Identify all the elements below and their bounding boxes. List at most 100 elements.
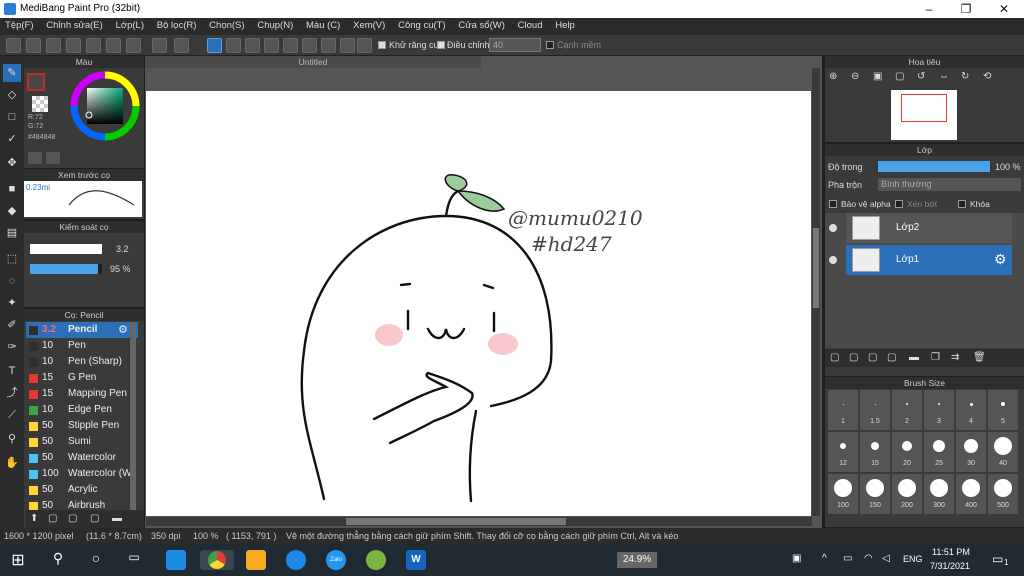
fill-rect-tool-icon[interactable]: ■ bbox=[3, 180, 21, 198]
brush-item[interactable]: 50 Sumi bbox=[26, 434, 138, 450]
brush-size-cell[interactable]: 25 bbox=[924, 432, 954, 472]
shape-tool-icon[interactable]: □ bbox=[3, 108, 21, 126]
medibang-icon[interactable] bbox=[366, 550, 386, 570]
panel-icon[interactable] bbox=[66, 38, 81, 53]
task-view-icon[interactable]: ▭ bbox=[124, 550, 144, 570]
background-color-swatch[interactable] bbox=[32, 96, 48, 112]
chrome-icon[interactable] bbox=[200, 550, 234, 570]
select-pen-icon[interactable]: ✐ bbox=[3, 316, 21, 334]
layer-settings-icon[interactable]: ⚙ bbox=[994, 251, 1007, 268]
menu-window[interactable]: Cửa sổ(W) bbox=[453, 18, 509, 31]
brush-item[interactable]: 50 Acrylic bbox=[26, 482, 138, 498]
soft-edge-checkbox[interactable] bbox=[546, 41, 554, 49]
undo-icon[interactable] bbox=[152, 38, 167, 53]
eraser-tool-icon[interactable]: ◇ bbox=[3, 86, 21, 104]
antialias-checkbox[interactable] bbox=[378, 41, 386, 49]
new-halftone-layer-icon[interactable]: ▢ bbox=[849, 352, 858, 363]
correction-checkbox[interactable] bbox=[437, 41, 445, 49]
brush-item[interactable]: 15 Mapping Pen bbox=[26, 386, 138, 402]
brush-size-cell[interactable]: 400 bbox=[956, 474, 986, 514]
cortana-icon[interactable]: ○ bbox=[86, 550, 106, 570]
lasso-tool-icon[interactable]: ◌ bbox=[3, 272, 21, 290]
brush-size-cell[interactable]: 1.5 bbox=[860, 390, 890, 430]
crisscross-snap-icon[interactable] bbox=[245, 38, 260, 53]
menu-select[interactable]: Chọn(S) bbox=[204, 18, 249, 31]
layer-opacity-slider[interactable] bbox=[878, 161, 990, 172]
merge-layer-icon[interactable]: ⇉ bbox=[951, 352, 959, 363]
edge-icon[interactable] bbox=[286, 550, 306, 570]
color-wheel[interactable] bbox=[69, 70, 141, 142]
rotate-left-icon[interactable]: ↺ bbox=[917, 71, 925, 82]
brush-size-cell[interactable]: 100 bbox=[828, 474, 858, 514]
grid-icon[interactable] bbox=[126, 38, 141, 53]
snap-off-icon[interactable] bbox=[207, 38, 222, 53]
battery-icon[interactable]: ▭ bbox=[843, 553, 852, 564]
eyedropper-tool-icon[interactable]: ⚲ bbox=[3, 430, 21, 448]
mail-icon[interactable] bbox=[166, 550, 186, 570]
brush-item[interactable]: 15 G Pen bbox=[26, 370, 138, 386]
magic-wand-icon[interactable]: ✦ bbox=[3, 294, 21, 312]
fit-icon[interactable]: ▣ bbox=[873, 71, 882, 82]
menu-color[interactable]: Màu (C) bbox=[301, 18, 345, 31]
share-icon[interactable] bbox=[26, 38, 41, 53]
file-explorer-icon[interactable] bbox=[246, 550, 266, 570]
brush-size-cell[interactable]: 5 bbox=[988, 390, 1018, 430]
canvas-horizontal-scrollbar[interactable] bbox=[146, 517, 812, 526]
brush-size-cell[interactable]: 40 bbox=[988, 432, 1018, 472]
select-eraser-icon[interactable]: ✑ bbox=[3, 338, 21, 356]
menu-help[interactable]: Help bbox=[550, 18, 580, 31]
brush-tool-icon[interactable]: ✎ bbox=[3, 64, 21, 82]
color-mode-icon[interactable] bbox=[28, 152, 42, 164]
radial-snap-icon[interactable] bbox=[283, 38, 298, 53]
tray-expand-icon[interactable]: ^ bbox=[822, 553, 827, 564]
correction-input[interactable]: 40 bbox=[489, 38, 541, 52]
brush-item[interactable]: 50 Stipple Pen bbox=[26, 418, 138, 434]
brush-item[interactable]: 50 Watercolor bbox=[26, 450, 138, 466]
brush-size-cell[interactable]: 150 bbox=[860, 474, 890, 514]
circle-snap-icon[interactable] bbox=[302, 38, 317, 53]
layer2-visibility-icon[interactable] bbox=[829, 224, 837, 232]
foreground-color-swatch[interactable] bbox=[27, 73, 45, 91]
lock-checkbox[interactable] bbox=[958, 200, 966, 208]
wifi-icon[interactable]: ◠ bbox=[864, 553, 873, 564]
clock-date[interactable]: 7/31/2021 bbox=[930, 561, 970, 571]
close-icon[interactable]: ✕ bbox=[986, 0, 1022, 18]
menu-file[interactable]: Tệp(F) bbox=[0, 18, 39, 31]
brush-item[interactable]: 100 Watercolor (W bbox=[26, 466, 138, 482]
gradient-tool-icon[interactable]: ▤ bbox=[3, 224, 21, 242]
zalo-icon[interactable]: Zalo bbox=[326, 550, 346, 570]
new-special-layer-icon[interactable]: ▢ bbox=[887, 352, 896, 363]
select-tool-icon[interactable]: ⬚ bbox=[3, 250, 21, 268]
minimize-icon[interactable]: – bbox=[911, 0, 947, 18]
navigator-thumbnail[interactable] bbox=[891, 90, 957, 140]
drawing-canvas[interactable]: @mumu0210 #hd247 bbox=[146, 91, 811, 516]
brush-size-cell[interactable]: 3 bbox=[924, 390, 954, 430]
brush-settings-icon[interactable]: ▢ bbox=[90, 513, 99, 524]
flip-icon[interactable]: ⇔ bbox=[939, 71, 949, 82]
brush-size-cell[interactable]: 20 bbox=[892, 432, 922, 472]
document-tab[interactable]: Untitled bbox=[145, 56, 481, 68]
brush-item[interactable]: 3.2 Pencil ⚙ bbox=[26, 322, 138, 338]
layer-item-lop2[interactable]: Lớp2 bbox=[846, 213, 1012, 243]
move-tool-icon[interactable]: ✥ bbox=[3, 154, 21, 172]
save-icon[interactable] bbox=[106, 38, 121, 53]
brush-copy-icon[interactable]: ▢ bbox=[68, 513, 77, 524]
maximize-icon[interactable]: ❐ bbox=[948, 0, 984, 18]
protect-alpha-checkbox[interactable] bbox=[829, 200, 837, 208]
text-tool-icon[interactable]: T bbox=[3, 362, 21, 380]
delete-layer-icon[interactable]: 🗑 bbox=[973, 352, 986, 363]
brush-size-cell[interactable]: 12 bbox=[828, 432, 858, 472]
brush-size-cell[interactable]: 200 bbox=[892, 474, 922, 514]
hand-tool-icon[interactable]: ✋ bbox=[3, 454, 21, 472]
brush-size-cell[interactable]: 15 bbox=[860, 432, 890, 472]
comment-icon[interactable] bbox=[46, 38, 61, 53]
menu-view[interactable]: Xem(V) bbox=[348, 18, 390, 31]
search-icon[interactable]: ⚲ bbox=[48, 550, 68, 570]
menu-snap[interactable]: Chụp(N) bbox=[252, 18, 298, 31]
brush-add-icon[interactable]: ⬆ bbox=[30, 513, 38, 524]
brush-opacity-slider[interactable] bbox=[30, 264, 102, 274]
zoom-out-icon[interactable]: ⊖ bbox=[851, 71, 859, 82]
menu-edit[interactable]: Chỉnh sửa(E) bbox=[41, 18, 108, 31]
tray-app-icon[interactable]: ▣ bbox=[792, 553, 801, 564]
new-folder-icon[interactable]: ▬ bbox=[909, 352, 919, 363]
